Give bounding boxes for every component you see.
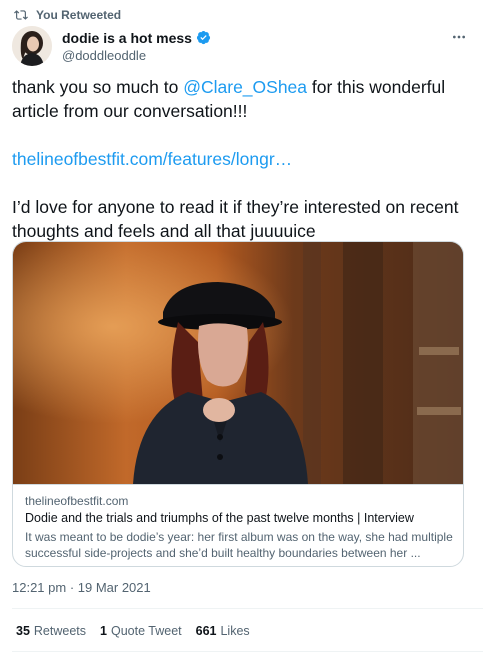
retweets-label: Retweets — [33, 624, 87, 638]
divider — [12, 651, 483, 652]
card-description: It was meant to be dodie’s year: her fir… — [25, 530, 453, 560]
link-preview-card[interactable]: thelineofbestfit.com Dodie and the trial… — [12, 241, 464, 567]
likes-label: Likes — [220, 624, 250, 638]
retweet-icon — [14, 10, 28, 20]
tweet-stats: 35 Retweets 1 Quote Tweet 661 Likes — [16, 624, 264, 638]
retweet-label: You Retweeted — [36, 8, 122, 22]
tweet-body: I’d love for anyone to read it if they’r… — [12, 197, 459, 241]
card-domain: thelineofbestfit.com — [25, 494, 129, 508]
tweet-author: dodie is a hot mess @doddleoddle — [12, 26, 471, 66]
tweet-timestamp[interactable]: 12:21 pm · 19 Mar 2021 — [12, 580, 151, 595]
avatar[interactable] — [12, 26, 52, 66]
card-title: Dodie and the trials and triumphs of the… — [25, 511, 414, 525]
retweets-count: 35 — [16, 624, 30, 638]
card-info[interactable]: thelineofbestfit.com Dodie and the trial… — [13, 484, 463, 566]
retweet-context: You Retweeted — [14, 6, 121, 24]
divider — [12, 608, 483, 609]
quote-tweets-stat[interactable]: 1 Quote Tweet — [100, 624, 182, 638]
card-image[interactable] — [13, 242, 463, 484]
more-options-icon[interactable] — [447, 28, 471, 46]
tweet-text: thank you so much to @Clare_OShea for th… — [12, 75, 472, 243]
mention-link[interactable]: @Clare_OShea — [183, 77, 307, 97]
author-handle[interactable]: @doddleoddle — [62, 47, 211, 64]
likes-count: 661 — [195, 624, 217, 638]
quotes-label: Quote Tweet — [110, 624, 182, 638]
retweets-stat[interactable]: 35 Retweets — [16, 624, 86, 638]
quotes-count: 1 — [100, 624, 107, 638]
article-link[interactable]: thelineofbestfit.com/features/longr… — [12, 149, 292, 169]
display-name[interactable]: dodie is a hot mess — [62, 29, 192, 47]
tweet-text-prefix: thank you so much to — [12, 77, 184, 97]
likes-stat[interactable]: 661 Likes — [196, 624, 250, 638]
verified-badge-icon — [196, 30, 210, 45]
